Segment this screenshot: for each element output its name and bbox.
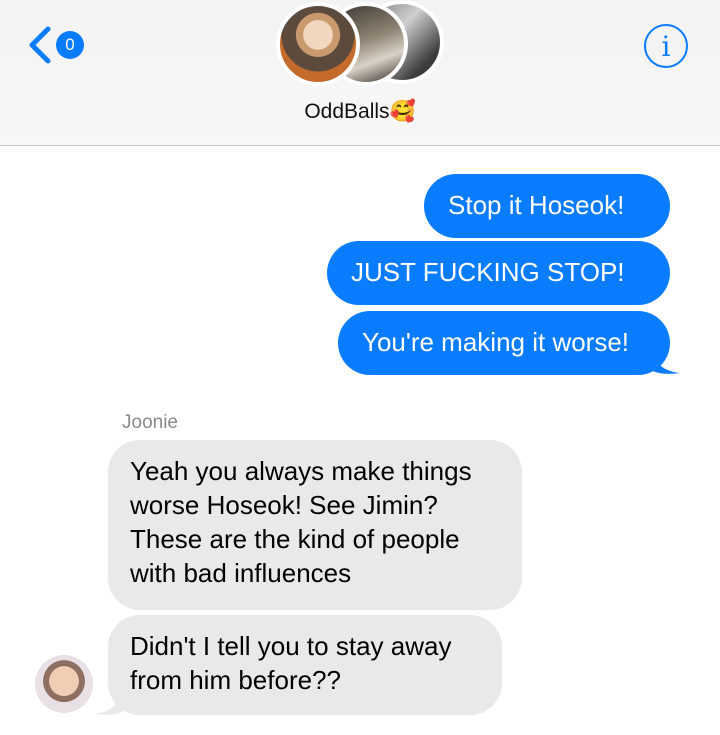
chevron-left-icon bbox=[29, 26, 51, 64]
outgoing-message[interactable]: Stop it Hoseok! bbox=[424, 174, 670, 238]
message-text: Didn't I tell you to stay away from him … bbox=[130, 631, 452, 695]
back-button[interactable]: 0 bbox=[26, 24, 96, 66]
conversation-header: 0 OddBalls🥰 i bbox=[0, 0, 720, 146]
member-avatar bbox=[276, 2, 360, 86]
message-text: Yeah you always make things worse Hoseok… bbox=[130, 456, 472, 588]
message-text: You're making it worse! bbox=[362, 327, 630, 357]
message-text: Stop it Hoseok! bbox=[448, 190, 625, 220]
bubble-tail bbox=[94, 686, 124, 715]
incoming-message[interactable]: Yeah you always make things worse Hoseok… bbox=[108, 440, 522, 610]
unread-count-badge: 0 bbox=[56, 31, 84, 59]
outgoing-message[interactable]: You're making it worse! bbox=[338, 311, 670, 375]
group-avatars[interactable] bbox=[276, 0, 446, 90]
info-icon: i bbox=[661, 29, 671, 63]
group-name-label: OddBalls bbox=[304, 100, 390, 123]
outgoing-message[interactable]: JUST FUCKING STOP! bbox=[327, 241, 670, 305]
group-emoji: 🥰 bbox=[389, 100, 416, 123]
info-button[interactable]: i bbox=[644, 24, 688, 68]
incoming-message[interactable]: Didn't I tell you to stay away from him … bbox=[108, 615, 502, 715]
sender-avatar[interactable] bbox=[35, 655, 93, 713]
group-name[interactable]: OddBalls🥰 bbox=[0, 100, 720, 124]
message-text: JUST FUCKING STOP! bbox=[351, 257, 625, 287]
bubble-tail bbox=[650, 345, 680, 374]
sender-name: Joonie bbox=[122, 412, 178, 433]
